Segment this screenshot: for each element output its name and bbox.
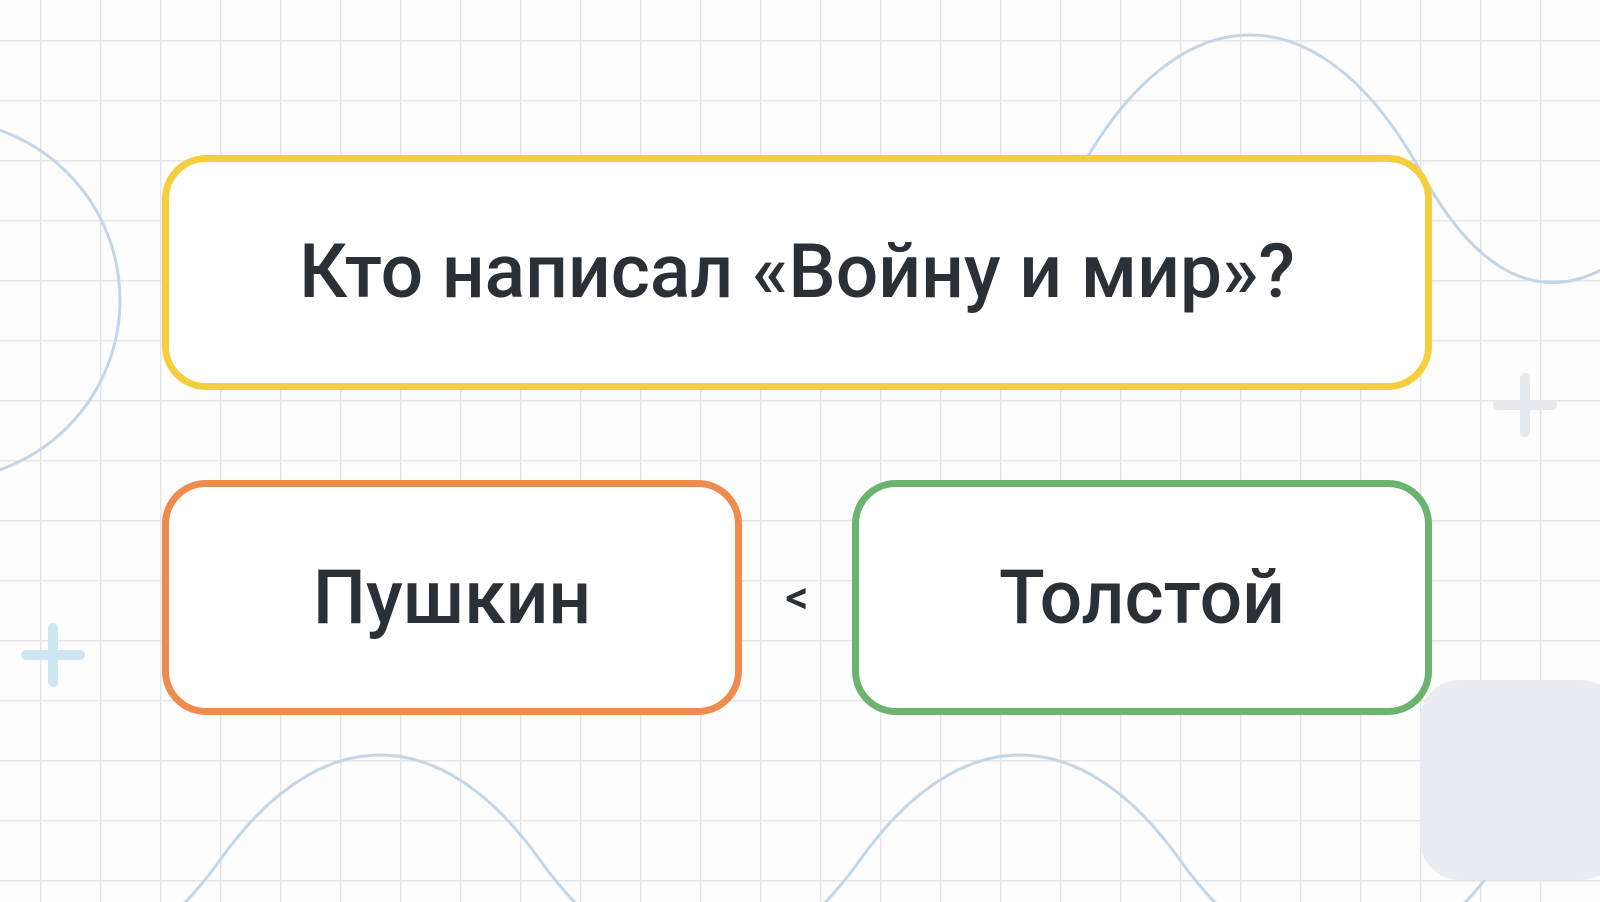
- answer-text-left: Пушкин: [313, 554, 592, 642]
- quiz-canvas: Кто написал «Войну и мир»? Пушкин < Толс…: [0, 0, 1600, 902]
- answer-card-right[interactable]: Толстой: [852, 480, 1432, 715]
- answer-text-right: Толстой: [999, 554, 1285, 642]
- comparator-symbol: <: [742, 571, 852, 625]
- question-card: Кто написал «Войну и мир»?: [162, 155, 1432, 390]
- question-text: Кто написал «Войну и мир»?: [299, 231, 1295, 314]
- grid-background: [0, 0, 1600, 902]
- answer-card-left[interactable]: Пушкин: [162, 480, 742, 715]
- rounded-square-decoration: [1420, 680, 1600, 880]
- answer-row: Пушкин < Толстой: [162, 480, 1432, 715]
- plus-icon-right: [1490, 370, 1560, 452]
- plus-icon-left: [18, 620, 88, 702]
